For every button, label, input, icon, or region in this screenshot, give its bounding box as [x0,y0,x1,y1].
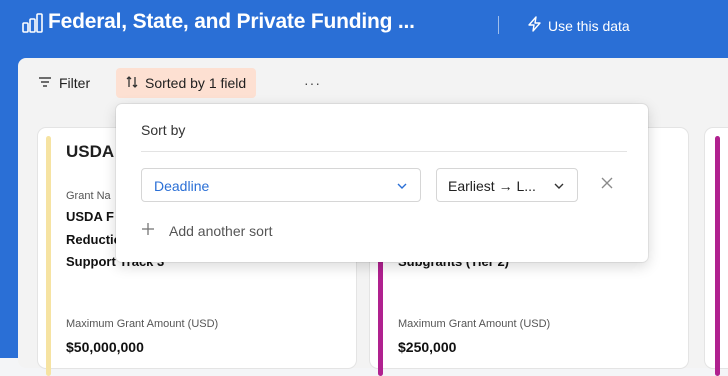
filter-button[interactable]: Filter [28,68,100,98]
max-grant-label: Maximum Grant Amount (USD) [66,318,219,330]
bar-chart-icon [22,13,44,38]
filter-icon [38,75,52,91]
sort-popover: Sort by Deadline Earliest → L... Add ano… [116,104,648,262]
sort-popover-title: Sort by [141,122,186,138]
use-this-data-label: Use this data [548,17,630,34]
add-another-sort-label: Add another sort [169,223,273,239]
filter-label: Filter [59,75,91,91]
divider [141,151,627,152]
card-title: USDA [66,142,115,161]
sort-direction-select[interactable]: Earliest → L... [436,168,578,202]
page-title: Federal, State, and Private Funding ... [48,10,415,33]
card-color-bar [46,136,51,376]
chevron-down-icon [396,179,408,197]
app-header: Federal, State, and Private Funding ... … [0,0,728,50]
sort-direction-value: Earliest → L... [448,178,536,194]
view-toolbar: Filter Sorted by 1 field ··· [18,58,728,108]
max-grant-value: $50,000,000 [66,339,144,355]
max-grant-label: Maximum Grant Amount (USD) [398,318,551,330]
chevron-down-icon [553,179,565,197]
header-divider [498,16,499,34]
more-options-button[interactable]: ··· [294,68,331,98]
plus-icon [141,222,155,241]
sort-label: Sorted by 1 field [145,75,247,91]
lightning-icon [527,16,542,35]
record-card[interactable] [705,128,728,376]
add-another-sort-button[interactable]: Add another sort [141,220,273,242]
sort-icon [126,75,138,92]
card-color-bar [715,136,720,376]
close-icon[interactable] [600,176,614,195]
use-this-data-button[interactable]: Use this data [527,16,630,35]
grant-name-line: Reductio [66,232,122,247]
grant-name-line: USDA F [66,209,114,224]
grant-name-label: Grant Na [66,190,111,202]
sort-field-value: Deadline [154,178,210,194]
max-grant-value: $250,000 [398,339,457,355]
sort-field-select[interactable]: Deadline [141,168,421,202]
sort-button[interactable]: Sorted by 1 field [116,68,257,98]
